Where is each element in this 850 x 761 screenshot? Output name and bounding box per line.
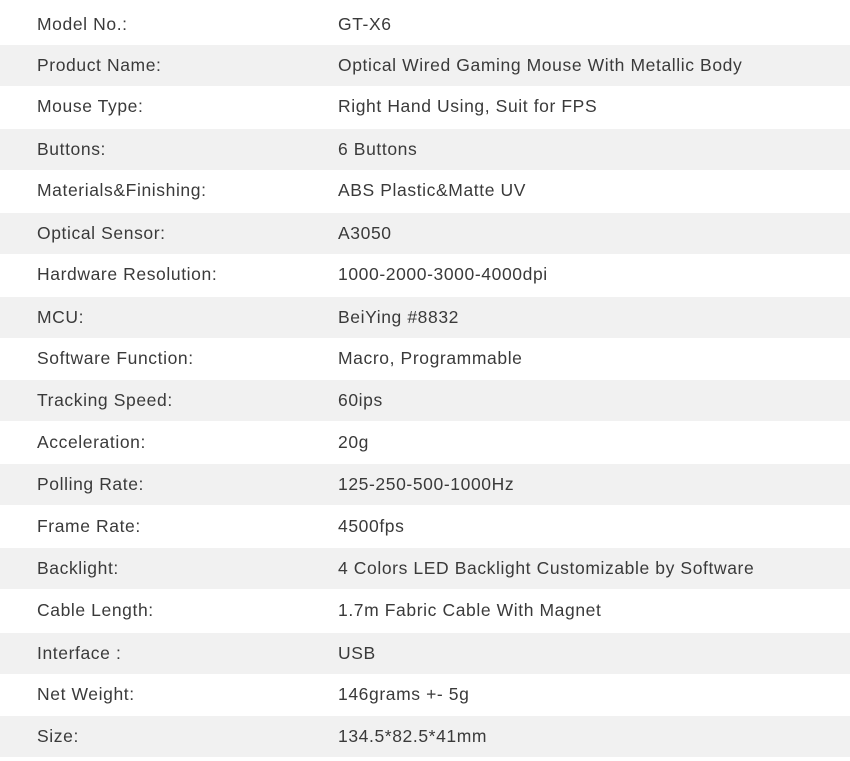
spec-row-software-function: Software Function: Macro, Programmable xyxy=(0,338,850,379)
spec-value: USB xyxy=(338,643,376,663)
spec-label: Acceleration: xyxy=(37,432,146,452)
spec-label: Software Function: xyxy=(37,348,194,368)
spec-value: A3050 xyxy=(338,223,392,243)
spec-row-net-weight: Net Weight: 146grams +- 5g xyxy=(0,674,850,715)
spec-label: Tracking Speed: xyxy=(37,390,173,410)
spec-value: 4500fps xyxy=(338,516,405,536)
spec-label: Materials&Finishing: xyxy=(37,180,207,200)
spec-row-optical-sensor: Optical Sensor: A3050 xyxy=(0,213,850,254)
spec-label: Size: xyxy=(37,726,79,746)
spec-value: Macro, Programmable xyxy=(338,348,523,368)
spec-label: Mouse Type: xyxy=(37,96,144,116)
spec-value: 134.5*82.5*41mm xyxy=(338,726,488,746)
spec-label: Model No.: xyxy=(37,14,128,34)
spec-row-cable-length: Cable Length: 1.7m Fabric Cable With Mag… xyxy=(0,590,850,631)
spec-value: ABS Plastic&Matte UV xyxy=(338,180,527,200)
spec-row-tracking-speed: Tracking Speed: 60ips xyxy=(0,380,850,421)
spec-value: 20g xyxy=(338,432,369,452)
spec-label: Cable Length: xyxy=(37,600,154,620)
spec-label: Polling Rate: xyxy=(37,474,145,494)
spec-row-mouse-type: Mouse Type: Right Hand Using, Suit for F… xyxy=(0,86,850,127)
spec-value: GT-X6 xyxy=(338,14,392,34)
spec-value: 125-250-500-1000Hz xyxy=(338,474,515,494)
spec-label: Interface : xyxy=(37,643,122,663)
spec-value: 1.7m Fabric Cable With Magnet xyxy=(338,600,602,620)
spec-value: 6 Buttons xyxy=(338,139,418,159)
spec-label: Hardware Resolution: xyxy=(37,264,218,284)
spec-value: Right Hand Using, Suit for FPS xyxy=(338,96,598,116)
spec-label: Frame Rate: xyxy=(37,516,141,536)
spec-value: 146grams +- 5g xyxy=(338,684,470,704)
spec-label: Net Weight: xyxy=(37,684,135,704)
spec-row-model-no: Model No.: GT-X6 xyxy=(0,4,850,45)
spec-row-mcu: MCU: BeiYing #8832 xyxy=(0,297,850,338)
spec-row-product-name: Product Name: Optical Wired Gaming Mouse… xyxy=(0,45,850,86)
spec-row-size: Size: 134.5*82.5*41mm xyxy=(0,716,850,757)
spec-row-materials-finishing: Materials&Finishing: ABS Plastic&Matte U… xyxy=(0,170,850,211)
spec-row-acceleration: Acceleration: 20g xyxy=(0,422,850,463)
spec-row-frame-rate: Frame Rate: 4500fps xyxy=(0,506,850,547)
spec-row-buttons: Buttons: 6 Buttons xyxy=(0,129,850,170)
spec-label: Buttons: xyxy=(37,139,107,159)
spec-value: Optical Wired Gaming Mouse With Metallic… xyxy=(338,55,743,75)
spec-value: 4 Colors LED Backlight Customizable by S… xyxy=(338,558,755,578)
spec-row-polling-rate: Polling Rate: 125-250-500-1000Hz xyxy=(0,464,850,505)
spec-label: MCU: xyxy=(37,307,85,327)
spec-value: 1000-2000-3000-4000dpi xyxy=(338,264,548,284)
spec-row-backlight: Backlight: 4 Colors LED Backlight Custom… xyxy=(0,548,850,589)
spec-table: Model No.: GT-X6 Product Name: Optical W… xyxy=(0,0,850,761)
spec-label: Backlight: xyxy=(37,558,119,578)
spec-value: BeiYing #8832 xyxy=(338,307,459,327)
spec-row-interface: Interface : USB xyxy=(0,633,850,674)
spec-label: Optical Sensor: xyxy=(37,223,166,243)
spec-row-hardware-resolution: Hardware Resolution: 1000-2000-3000-4000… xyxy=(0,254,850,295)
spec-value: 60ips xyxy=(338,390,383,410)
spec-label: Product Name: xyxy=(37,55,162,75)
